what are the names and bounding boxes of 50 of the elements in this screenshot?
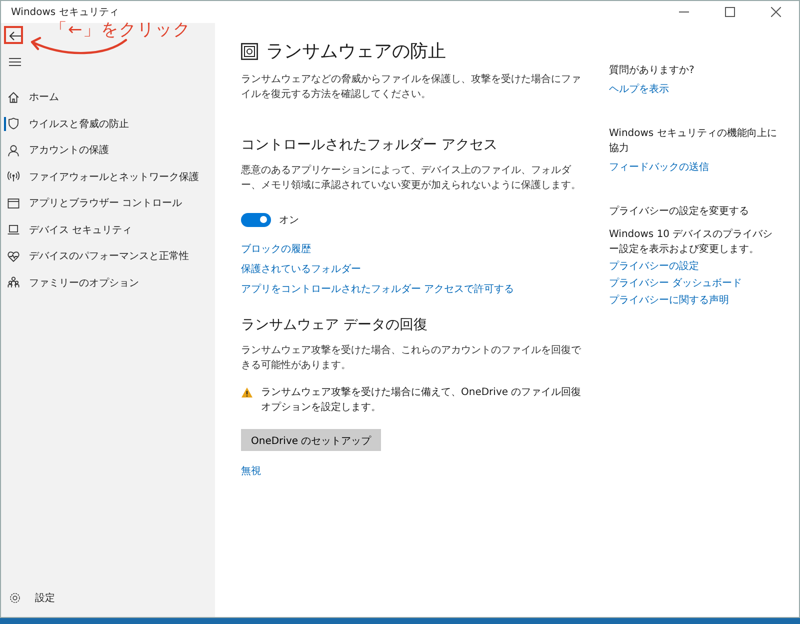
dismiss-link[interactable]: 無視 bbox=[241, 464, 261, 478]
page-title: ランサムウェアの防止 bbox=[266, 40, 446, 63]
sidebar-item[interactable]: ファイアウォールとネットワーク保護 bbox=[1, 164, 215, 190]
section-description: 悪意のあるアプリケーションによって、デバイス上のファイル、フォルダー、メモリ領域に承認されていない変更が加えられないように保護します。 bbox=[241, 164, 582, 193]
maximize-icon[interactable] bbox=[725, 7, 735, 17]
sidebar-item[interactable]: デバイス セキュリティ bbox=[1, 216, 215, 243]
panel-link[interactable]: フィードバックの送信 bbox=[609, 160, 709, 174]
panel-heading: 質問がありますか? bbox=[609, 64, 696, 78]
menu-icon[interactable] bbox=[9, 57, 21, 67]
onedrive-setup-button[interactable]: OneDrive のセットアップ bbox=[241, 429, 382, 451]
warning-icon bbox=[241, 387, 253, 398]
annotation-text: 「←」をクリック bbox=[50, 19, 192, 41]
back-icon[interactable] bbox=[8, 31, 22, 41]
section-description: ランサムウェア攻撃を受けた場合、これらのアカウントのファイルを回復できる可能性があります。 bbox=[241, 344, 582, 373]
panel-link[interactable]: プライバシーに関する声明 bbox=[609, 293, 729, 307]
panel-heading: Windows セキュリティの機能向上に協力 bbox=[609, 126, 778, 156]
section-heading: ランサムウェア データの回復 bbox=[241, 316, 428, 334]
window-icon bbox=[7, 196, 20, 210]
shield-icon bbox=[7, 117, 20, 130]
ransomware-icon bbox=[241, 42, 258, 60]
section-heading: コントロールされたフォルダー アクセス bbox=[241, 136, 498, 154]
panel-link[interactable]: プライバシー ダッシュボード bbox=[609, 276, 742, 290]
panel-link[interactable]: ヘルプを表示 bbox=[609, 82, 669, 96]
link[interactable]: 保護されているフォルダー bbox=[241, 262, 361, 276]
panel-link[interactable]: プライバシーの設定 bbox=[609, 259, 699, 273]
settings-icon bbox=[9, 592, 21, 604]
sidebar-item[interactable]: アプリとブラウザー コントロール bbox=[1, 190, 215, 216]
heart-icon bbox=[7, 250, 20, 263]
link[interactable]: アプリをコントロールされたフォルダー アクセスで許可する bbox=[241, 282, 514, 296]
window-title: Windows セキュリティ bbox=[11, 6, 120, 19]
panel-heading: プライバシーの設定を変更する bbox=[609, 204, 750, 219]
sidebar-item[interactable]: ホーム bbox=[1, 84, 215, 110]
sidebar-item[interactable]: デバイスのパフォーマンスと正常性 bbox=[1, 243, 215, 270]
antenna-icon bbox=[7, 170, 20, 184]
sidebar-item[interactable]: アカウントの保護 bbox=[1, 137, 215, 164]
highlight-box bbox=[4, 26, 23, 44]
sidebar-item[interactable]: ウイルスと脅威の防止 bbox=[1, 110, 215, 137]
page-description: ランサムウェアなどの脅威からファイルを保護し、攻撃を受けた場合にファイルを復元する方法を確認してください。 bbox=[241, 72, 582, 102]
toggle-label: オン bbox=[279, 214, 299, 227]
family-icon bbox=[7, 276, 20, 290]
toggle-switch[interactable] bbox=[241, 213, 271, 227]
laptop-icon bbox=[7, 223, 20, 236]
sidebar-item[interactable]: ファミリーのオプション bbox=[1, 270, 215, 296]
settings-item[interactable]: 設定 bbox=[1, 583, 215, 613]
panel-text: Windows 10 デバイスのプライバシー設定を表示および変更します。 bbox=[609, 228, 774, 257]
warning-text: ランサムウェア攻撃を受けた場合に備えて、OneDrive のファイル回復オプションを設定します。 bbox=[261, 386, 582, 415]
close-icon[interactable] bbox=[771, 7, 781, 17]
link[interactable]: ブロックの履歴 bbox=[241, 242, 311, 256]
person-icon bbox=[7, 144, 20, 157]
home-icon bbox=[7, 90, 20, 104]
